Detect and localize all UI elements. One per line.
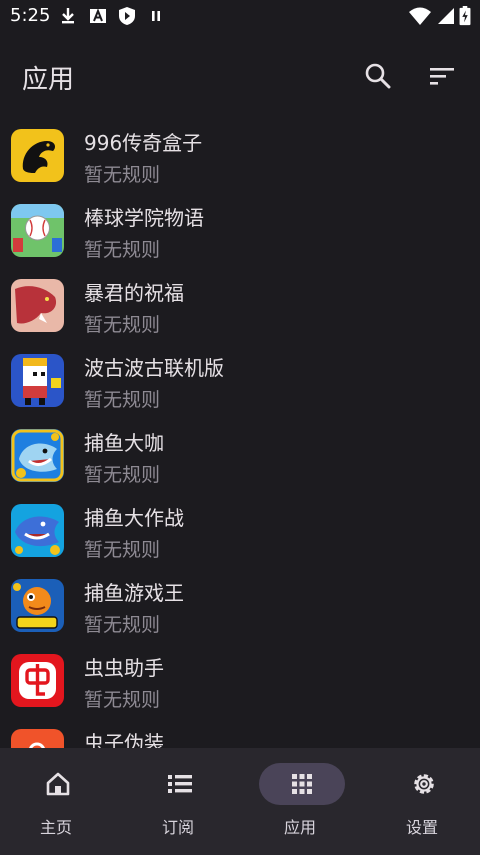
- nav-item-subscriptions[interactable]: 订阅: [118, 748, 238, 855]
- app-name: 996传奇盒子: [84, 131, 203, 155]
- app-list-item[interactable]: 虫子伪装: [0, 718, 480, 748]
- app-bar: 应用: [0, 34, 480, 118]
- app-name: 捕鱼大咖: [84, 431, 164, 455]
- signal-icon: [438, 8, 454, 24]
- app-name: 虫虫助手: [84, 656, 164, 680]
- baseball-icon: [11, 204, 64, 257]
- apps-grid-icon: [292, 774, 312, 794]
- app-list-item[interactable]: 棒球学院物语 暂无规则: [0, 193, 480, 268]
- app-name: 虫子伪装: [84, 731, 164, 748]
- shark-gold-icon: [11, 429, 64, 482]
- a-box-icon: [90, 8, 106, 23]
- status-bar: 5:25: [0, 0, 480, 34]
- app-name: 捕鱼游戏王: [84, 581, 184, 605]
- goldfish-1000-icon: [11, 579, 64, 632]
- app-rule-status: 暂无规则: [84, 164, 161, 186]
- list-icon: [168, 775, 192, 793]
- home-icon: [46, 772, 70, 796]
- app-rule-status: 暂无规则: [84, 464, 161, 486]
- pixel-character-icon: [11, 354, 64, 407]
- app-list-item[interactable]: 996传奇盒子 暂无规则: [0, 118, 480, 193]
- app-rule-status: 暂无规则: [84, 539, 161, 561]
- gear-icon: [414, 774, 434, 794]
- nav-item-home[interactable]: 主页: [0, 748, 116, 855]
- app-name: 棒球学院物语: [84, 206, 204, 230]
- bottom-navigation: 主页 订阅 应用 设置: [0, 748, 480, 855]
- yellow-dragon-icon: [11, 129, 64, 182]
- app-list-item[interactable]: 捕鱼大作战 暂无规则: [0, 493, 480, 568]
- app-list: 996传奇盒子 暂无规则 棒球学院物语 暂无规则 暴君的祝福 暂无规则 波古波古…: [0, 118, 480, 748]
- app-rule-status: 暂无规则: [84, 239, 161, 261]
- app-list-item[interactable]: 捕鱼游戏王 暂无规则: [0, 568, 480, 643]
- app-list-item[interactable]: 捕鱼大咖 暂无规则: [0, 418, 480, 493]
- red-dragon-icon: [11, 279, 64, 332]
- nav-label: 应用: [283, 818, 316, 837]
- download-icon: [62, 8, 74, 24]
- app-rule-status: 暂无规则: [84, 614, 161, 636]
- wifi-icon: [409, 7, 431, 25]
- app-rule-status: 暂无规则: [84, 389, 161, 411]
- nav-item-settings[interactable]: 设置: [362, 748, 480, 855]
- nav-item-apps[interactable]: 应用: [240, 748, 360, 855]
- app-list-item[interactable]: 虫虫助手 暂无规则: [0, 643, 480, 718]
- nav-label: 订阅: [161, 818, 194, 837]
- nav-label: 主页: [39, 818, 72, 837]
- app-name: 暴君的祝福: [84, 281, 184, 305]
- page-title: 应用: [22, 65, 75, 95]
- orange-app-icon: [11, 729, 64, 748]
- shield-icon: [119, 7, 135, 25]
- chongchong-icon: [11, 654, 64, 707]
- shark-blue-icon: [11, 504, 64, 557]
- pause-icon: [152, 11, 160, 21]
- app-rule-status: 暂无规则: [84, 314, 161, 336]
- app-name: 捕鱼大作战: [84, 506, 184, 530]
- nav-label: 设置: [405, 818, 438, 837]
- battery-charging-icon: [459, 6, 471, 26]
- app-list-item[interactable]: 暴君的祝福 暂无规则: [0, 268, 480, 343]
- sort-icon[interactable]: [426, 60, 458, 92]
- app-rule-status: 暂无规则: [84, 689, 161, 711]
- status-time: 5:25: [10, 5, 51, 26]
- app-name: 波古波古联机版: [84, 356, 224, 380]
- app-list-item[interactable]: 波古波古联机版 暂无规则: [0, 343, 480, 418]
- search-icon[interactable]: [362, 60, 394, 92]
